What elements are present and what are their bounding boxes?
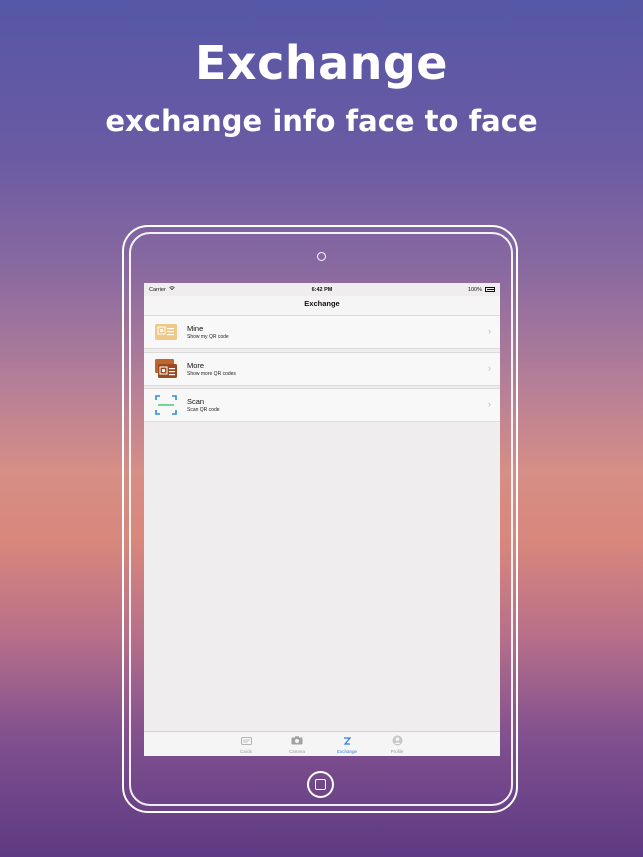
row-subtitle: Show my QR code [187,334,229,340]
battery-icon [485,287,495,292]
ipad-camera [317,252,326,261]
row-mine[interactable]: Mine Show my QR code › [144,315,500,349]
row-title: More [187,361,205,370]
status-bar: Carrier 6:42 PM 100% [144,283,500,296]
cards-icon [231,735,261,746]
nav-title: Exchange [304,299,340,308]
chevron-right-icon: › [488,363,491,373]
row-scan[interactable]: Scan Scan QR code › [144,388,500,422]
clock: 6:42 PM [311,287,333,293]
tab-camera[interactable]: Camera [282,735,312,754]
chevron-right-icon: › [488,326,491,336]
chevron-right-icon: › [488,399,491,409]
exchange-icon [332,735,362,746]
row-title: Mine [187,324,204,333]
scan-frame-icon [155,395,177,415]
hero-title: Exchange [194,36,449,90]
tab-profile[interactable]: Profile [382,735,412,754]
tab-label: Camera [288,749,305,754]
tab-bar: Cards Camera Exchange Profile [144,731,500,756]
tab-label: Profile [390,749,404,754]
camera-icon [282,735,312,746]
row-title: Scan [187,397,205,406]
tab-label: Exchange [336,749,357,754]
tab-label: Cards [239,749,252,754]
tab-exchange[interactable]: Exchange [332,735,362,754]
profile-icon [382,735,412,746]
row-subtitle: Scan QR code [187,407,220,413]
row-subtitle: Show more QR codes [187,371,236,377]
home-button[interactable] [307,771,334,798]
app-screen: Carrier 6:42 PM 100% Exchange Mine Show … [144,283,500,756]
row-more[interactable]: More Show more QR codes › [144,352,500,386]
tab-cards[interactable]: Cards [231,735,261,754]
battery-percent: 100% [467,287,482,293]
qr-card-icon [155,322,177,342]
nav-bar: Exchange [144,296,500,316]
hero-subtitle: exchange info face to face [105,104,538,138]
qr-cards-stack-icon [155,359,177,379]
